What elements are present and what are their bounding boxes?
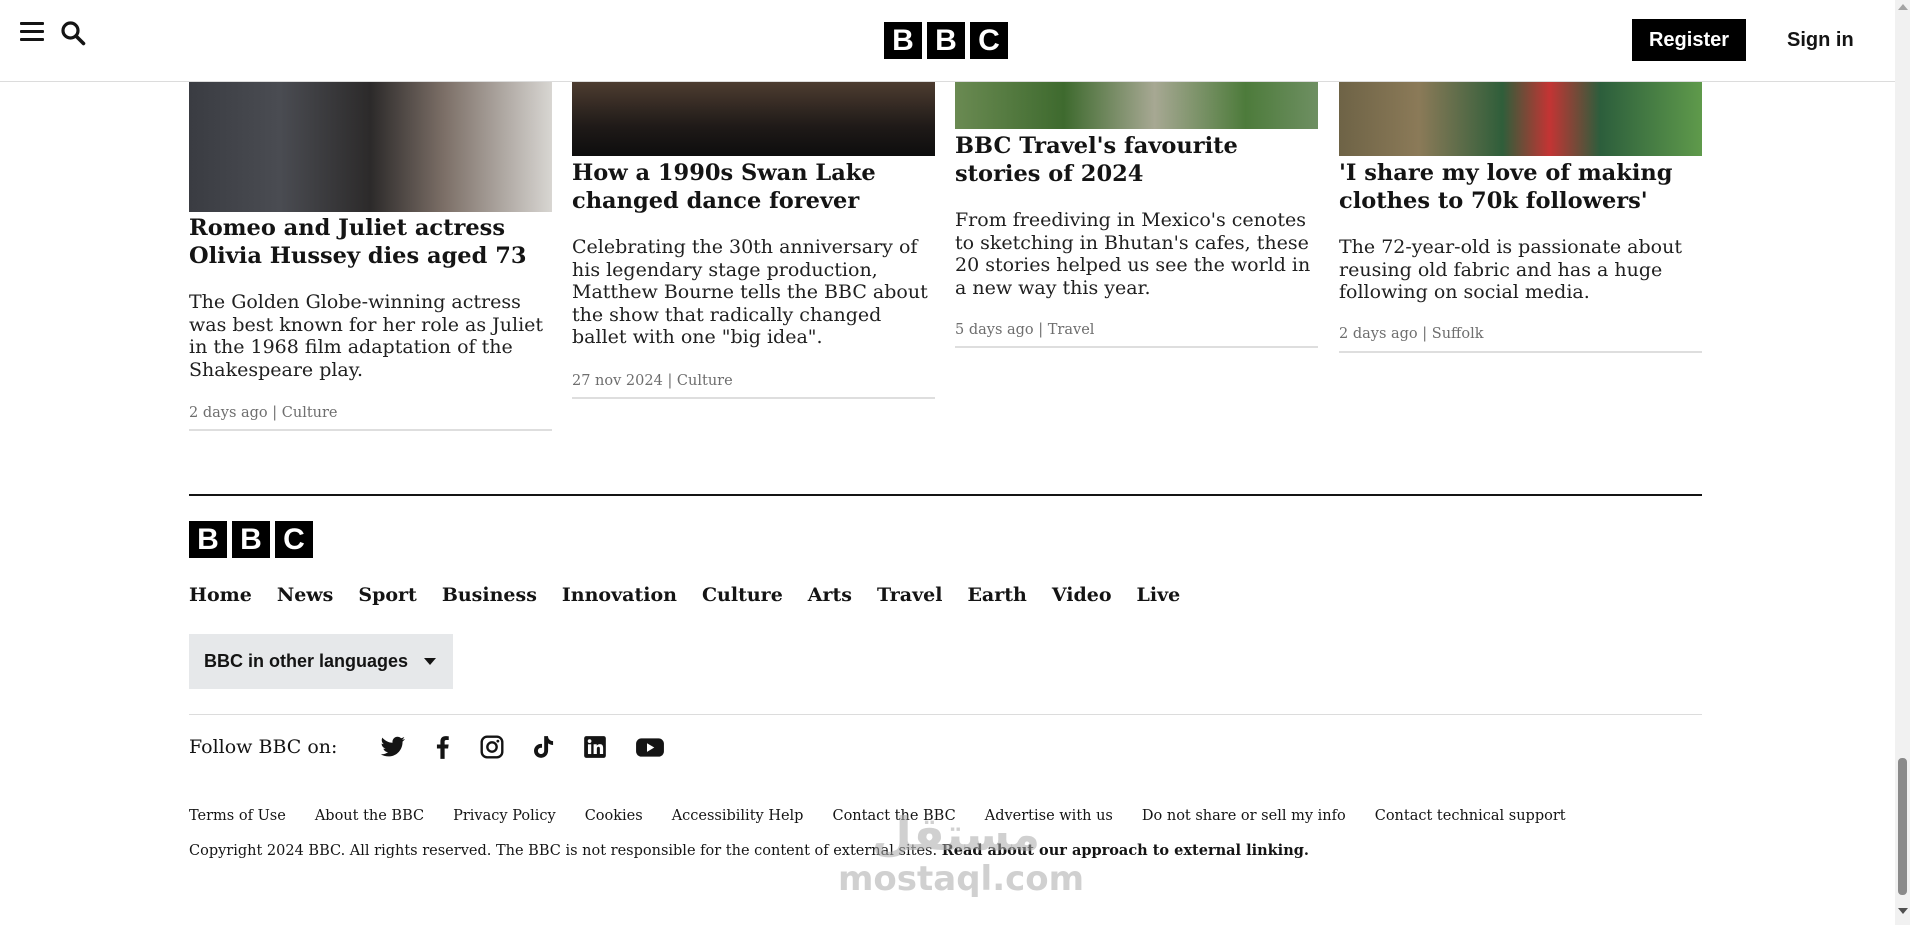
about-bbc-link[interactable]: About the BBC	[315, 808, 424, 824]
other-languages-button[interactable]: BBC in other languages	[189, 634, 453, 689]
hamburger-menu-icon[interactable]	[20, 22, 44, 42]
footer-nav-video[interactable]: Video	[1052, 584, 1112, 606]
card-divider	[955, 346, 1318, 348]
watermark-arabic: مستقل	[871, 807, 1041, 861]
article-title[interactable]: BBC Travel's favourite stories of 2024	[955, 132, 1323, 188]
vertical-scrollbar[interactable]	[1895, 0, 1910, 925]
technical-support-link[interactable]: Contact technical support	[1375, 808, 1566, 824]
article-image[interactable]	[1339, 82, 1702, 156]
watermark: مستقل mostaql.com	[838, 807, 1085, 899]
footer-nav-news[interactable]: News	[277, 584, 334, 606]
article-summary: The Golden Globe-winning actress was bes…	[189, 291, 544, 381]
logo-letter: B	[189, 521, 227, 558]
footer-bbc-logo[interactable]: B B C	[189, 521, 313, 558]
footer-nav-live[interactable]: Live	[1137, 584, 1181, 606]
sign-in-link[interactable]: Sign in	[1787, 19, 1854, 61]
article-meta: 5 days ago | Travel	[955, 322, 1095, 338]
article-card[interactable]: Romeo and Juliet actress Olivia Hussey d…	[189, 82, 552, 432]
footer-nav-culture[interactable]: Culture	[702, 584, 783, 606]
article-image[interactable]	[955, 82, 1318, 129]
article-summary: Celebrating the 30th anniversary of his …	[572, 236, 928, 348]
tiktok-icon[interactable]	[530, 734, 556, 760]
accessibility-help-link[interactable]: Accessibility Help	[672, 808, 804, 824]
terms-of-use-link[interactable]: Terms of Use	[189, 808, 286, 824]
article-meta: 2 days ago | Suffolk	[1339, 326, 1484, 342]
footer-top-border	[189, 494, 1702, 496]
logo-letter: B	[927, 22, 965, 59]
bbc-logo[interactable]: B B C	[884, 22, 1008, 59]
logo-letter: B	[232, 521, 270, 558]
article-image[interactable]	[572, 82, 935, 156]
article-summary: The 72-year-old is passionate about reus…	[1339, 236, 1682, 303]
footer-nav-arts[interactable]: Arts	[808, 584, 852, 606]
do-not-sell-link[interactable]: Do not share or sell my info	[1142, 808, 1346, 824]
copyright-notice: Copyright 2024 BBC. All rights reserved.…	[189, 842, 1309, 859]
privacy-policy-link[interactable]: Privacy Policy	[453, 808, 556, 824]
footer-nav-business[interactable]: Business	[442, 584, 537, 606]
follow-label: Follow BBC on:	[189, 736, 338, 758]
search-icon[interactable]	[60, 20, 86, 46]
chevron-down-icon	[424, 658, 437, 665]
instagram-icon[interactable]	[479, 734, 505, 760]
article-card[interactable]: BBC Travel's favourite stories of 2024 F…	[955, 82, 1318, 352]
article-image[interactable]	[189, 82, 552, 212]
footer-nav-innovation[interactable]: Innovation	[562, 584, 677, 606]
other-languages-label: BBC in other languages	[204, 651, 409, 671]
cookies-link[interactable]: Cookies	[585, 808, 643, 824]
article-card[interactable]: How a 1990s Swan Lake changed dance fore…	[572, 82, 935, 402]
card-divider	[1339, 351, 1702, 353]
register-button[interactable]: Register	[1632, 19, 1746, 61]
logo-letter: B	[884, 22, 922, 59]
article-title[interactable]: How a 1990s Swan Lake changed dance fore…	[572, 159, 940, 215]
scrollbar-thumb[interactable]	[1898, 758, 1907, 895]
watermark-latin: mostaql.com	[838, 859, 1085, 899]
article-title[interactable]: 'I share my love of making clothes to 70…	[1339, 159, 1707, 215]
article-summary: From freediving in Mexico's cenotes to s…	[955, 209, 1311, 299]
article-title[interactable]: Romeo and Juliet actress Olivia Hussey d…	[189, 214, 557, 270]
footer-nav-travel[interactable]: Travel	[877, 584, 942, 606]
footer-nav-earth[interactable]: Earth	[967, 584, 1026, 606]
scroll-up-arrow-icon[interactable]	[1898, 4, 1908, 10]
footer-nav: Home News Sport Business Innovation Cult…	[189, 584, 1180, 606]
article-card[interactable]: 'I share my love of making clothes to 70…	[1339, 82, 1702, 362]
top-navigation-bar: B B C Register Sign in	[0, 0, 1895, 82]
footer-nav-home[interactable]: Home	[189, 584, 252, 606]
facebook-icon[interactable]	[430, 734, 456, 760]
logo-letter: C	[275, 521, 313, 558]
copyright-text: Copyright 2024 BBC. All rights reserved.…	[189, 843, 938, 859]
card-divider	[572, 397, 935, 399]
article-meta: 27 nov 2024 | Culture	[572, 373, 733, 389]
linkedin-icon[interactable]	[582, 734, 608, 760]
footer-divider	[189, 714, 1702, 715]
article-meta: 2 days ago | Culture	[189, 405, 338, 421]
twitter-icon[interactable]	[380, 734, 406, 760]
card-divider	[189, 429, 552, 431]
footer-nav-sport[interactable]: Sport	[358, 584, 416, 606]
scroll-down-arrow-icon[interactable]	[1898, 908, 1908, 914]
youtube-icon[interactable]	[635, 734, 665, 760]
logo-letter: C	[970, 22, 1008, 59]
